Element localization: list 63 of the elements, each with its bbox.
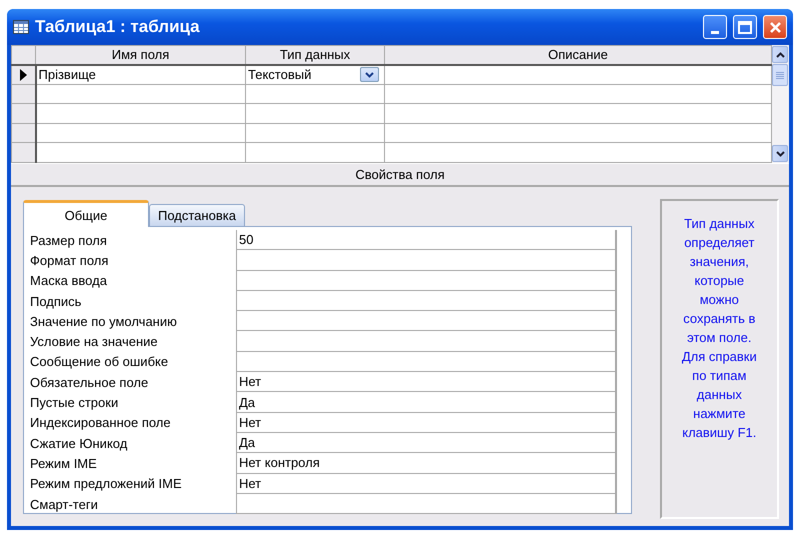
- row-selector[interactable]: [12, 64, 36, 84]
- tab[interactable]: Общие: [23, 200, 149, 227]
- property-value-field[interactable]: [236, 290, 617, 312]
- data-type-dropdown[interactable]: Текстовый: [246, 64, 384, 84]
- property-value-field[interactable]: [236, 270, 617, 291]
- help-text: Тип данных определяет значения, которые можно сохранять в этом поле. Для справки по типам данных нажмите клавишу F1.: [680, 215, 758, 442]
- minimize-icon: [711, 30, 719, 34]
- dropdown-button[interactable]: [360, 67, 379, 82]
- current-row-icon: [19, 68, 28, 81]
- property-value-field[interactable]: [236, 494, 617, 514]
- description-cell[interactable]: [384, 64, 772, 84]
- data-type-value: Текстовый: [248, 67, 312, 82]
- property-label: Подпись: [29, 292, 82, 311]
- field-name-cell[interactable]: Прізвище: [36, 64, 246, 84]
- column-header: Тип данных: [246, 46, 384, 64]
- property-label: Значение по умолчанию: [29, 312, 178, 331]
- property-value-field[interactable]: Нет: [236, 412, 617, 433]
- close-button[interactable]: [763, 15, 787, 39]
- property-label: Обязательное поле: [29, 374, 150, 392]
- property-label: Режим предложений IME: [29, 475, 183, 494]
- row-selector[interactable]: [12, 84, 36, 104]
- property-label: Индексированное поле: [29, 414, 172, 432]
- property-value-field[interactable]: Да: [236, 432, 617, 454]
- grip-icon: [776, 71, 784, 79]
- property-value-field[interactable]: Нет: [236, 474, 617, 494]
- chevron-up-icon: [776, 52, 784, 58]
- tab[interactable]: Подстановка: [149, 204, 245, 226]
- property-value-field[interactable]: [236, 250, 617, 271]
- table-icon: [13, 20, 29, 34]
- close-icon: [768, 20, 782, 34]
- scroll-down-button[interactable]: [772, 145, 788, 162]
- header-corner-cell: [12, 46, 36, 64]
- window-title: Таблица1 : таблица: [35, 17, 201, 37]
- maximize-icon: [738, 20, 752, 34]
- property-value-field[interactable]: Да: [236, 392, 617, 413]
- property-label: Сжатие Юникод: [29, 434, 128, 453]
- scroll-thumb[interactable]: [772, 64, 788, 86]
- scroll-up-button[interactable]: [772, 46, 788, 63]
- maximize-button[interactable]: [733, 15, 757, 39]
- property-label: Условие на значение: [29, 333, 159, 352]
- scrollbar[interactable]: [772, 45, 789, 163]
- row-selector[interactable]: [12, 104, 36, 124]
- column-header: Имя поля: [36, 46, 246, 64]
- property-label: Размер поля: [29, 232, 108, 250]
- property-label: Смарт-теги: [29, 496, 99, 514]
- property-value-field[interactable]: [236, 311, 617, 332]
- minimize-button[interactable]: [703, 15, 727, 39]
- column-header: Описание: [384, 46, 772, 64]
- property-label: Режим IME: [29, 454, 98, 473]
- chevron-down-icon: [365, 72, 374, 78]
- property-value-field[interactable]: 50: [236, 230, 617, 250]
- property-value-field[interactable]: Нет: [236, 372, 617, 392]
- property-value-field[interactable]: [236, 331, 617, 352]
- property-value-field[interactable]: Нет контроля: [236, 453, 617, 474]
- section-title: Свойства поля: [11, 163, 789, 187]
- property-label: Формат поля: [29, 252, 110, 270]
- row-selector[interactable]: [12, 123, 36, 143]
- property-value-field[interactable]: [236, 352, 617, 372]
- property-label: Маска ввода: [29, 272, 108, 290]
- property-label: Сообщение об ошибке: [29, 353, 170, 372]
- property-label: Пустые строки: [29, 394, 120, 412]
- chevron-down-icon: [776, 150, 784, 156]
- row-selector[interactable]: [12, 142, 36, 162]
